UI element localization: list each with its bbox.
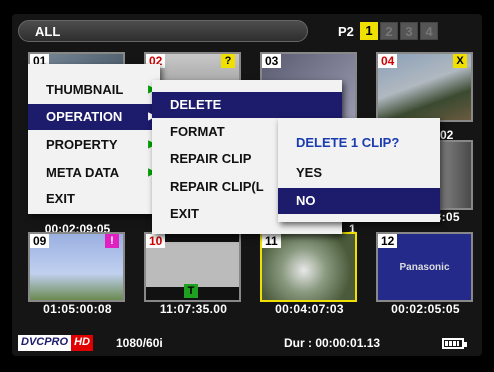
thumbnail-12[interactable]: Panasonic 12 00:02:05:05 (374, 230, 477, 316)
status-bar: DVCPRO HD 1080/60i Dur : 00:00:01.13 (12, 332, 482, 356)
text-memo-badge: T (184, 284, 198, 298)
clip-number: 09 (30, 234, 50, 248)
slot-3[interactable]: 3 (400, 22, 418, 40)
menu-item-label: THUMBNAIL (46, 82, 124, 97)
brand-label: Panasonic (399, 262, 450, 273)
clip-number: 03 (262, 54, 282, 68)
delete-confirm-dialog: DELETE 1 CLIP? YES NO (278, 118, 440, 222)
mode-pill[interactable]: ALL (18, 20, 308, 42)
codec-hd: HD (71, 335, 93, 351)
clip-number: 10 (146, 234, 166, 248)
top-bar: ALL P2 1 2 3 4 (18, 20, 476, 42)
defect-clip-badge: X (453, 54, 467, 68)
option-no[interactable]: NO (278, 188, 440, 214)
menu-item-thumbnail[interactable]: THUMBNAIL ▶ (28, 77, 160, 103)
option-yes[interactable]: YES (278, 160, 440, 186)
card-slots: 1 2 3 4 (360, 22, 438, 40)
viewfinder-frame: ALL P2 1 2 3 4 01 02 ? 03 04 X 00:00:08:… (0, 0, 494, 372)
timecode: 00:04:07:03 (275, 302, 344, 316)
dialog-title: DELETE 1 CLIP? (296, 135, 400, 150)
codec-logo: DVCPRO HD (18, 335, 98, 351)
menu-item-meta-data[interactable]: META DATA ▶ (28, 160, 160, 186)
battery-level (445, 341, 459, 346)
slot-2[interactable]: 2 (380, 22, 398, 40)
clip-number: 04 (378, 54, 398, 68)
menu-item-label: PROPERTY (46, 137, 118, 152)
timecode: 00:02:05:05 (391, 302, 460, 316)
menu-item-property[interactable]: PROPERTY ▶ (28, 132, 160, 158)
mode-label: ALL (35, 24, 61, 39)
menu-item-operation[interactable]: OPERATION ▶ (28, 104, 160, 130)
video-format: 1080/60i (116, 336, 163, 350)
thumbnail-09[interactable]: 09 ! 01:05:00:08 (26, 230, 129, 316)
clip-duration: Dur : 00:00:01.13 (284, 336, 381, 350)
thumbnail-10[interactable]: 10 T 11:07:35.00 (142, 230, 245, 316)
timecode: 01:05:00:08 (43, 302, 112, 316)
menu-item-label: EXIT (46, 191, 75, 206)
battery-icon (442, 338, 467, 349)
menu-item-label: OPERATION (46, 109, 123, 124)
menu-item-delete[interactable]: DELETE (152, 92, 342, 118)
slot-4[interactable]: 4 (420, 22, 438, 40)
menu-item-exit[interactable]: EXIT (28, 186, 160, 212)
timecode: 11:07:35.00 (159, 302, 228, 316)
clip-number: 11 (262, 234, 281, 248)
thumbnail-11[interactable]: 11 00:04:07:03 (258, 230, 361, 316)
clip-number: 12 (378, 234, 398, 248)
slot-1[interactable]: 1 (360, 22, 378, 40)
unknown-clip-badge: ? (221, 54, 235, 68)
codec-name: DVCPRO (18, 335, 72, 351)
marked-clip-badge: ! (105, 234, 119, 248)
main-menu: THUMBNAIL ▶ OPERATION ▶ PROPERTY ▶ META … (28, 64, 160, 214)
menu-item-label: META DATA (46, 165, 120, 180)
device-label: P2 (338, 24, 354, 39)
lcd-screen: ALL P2 1 2 3 4 01 02 ? 03 04 X 00:00:08:… (12, 14, 482, 356)
